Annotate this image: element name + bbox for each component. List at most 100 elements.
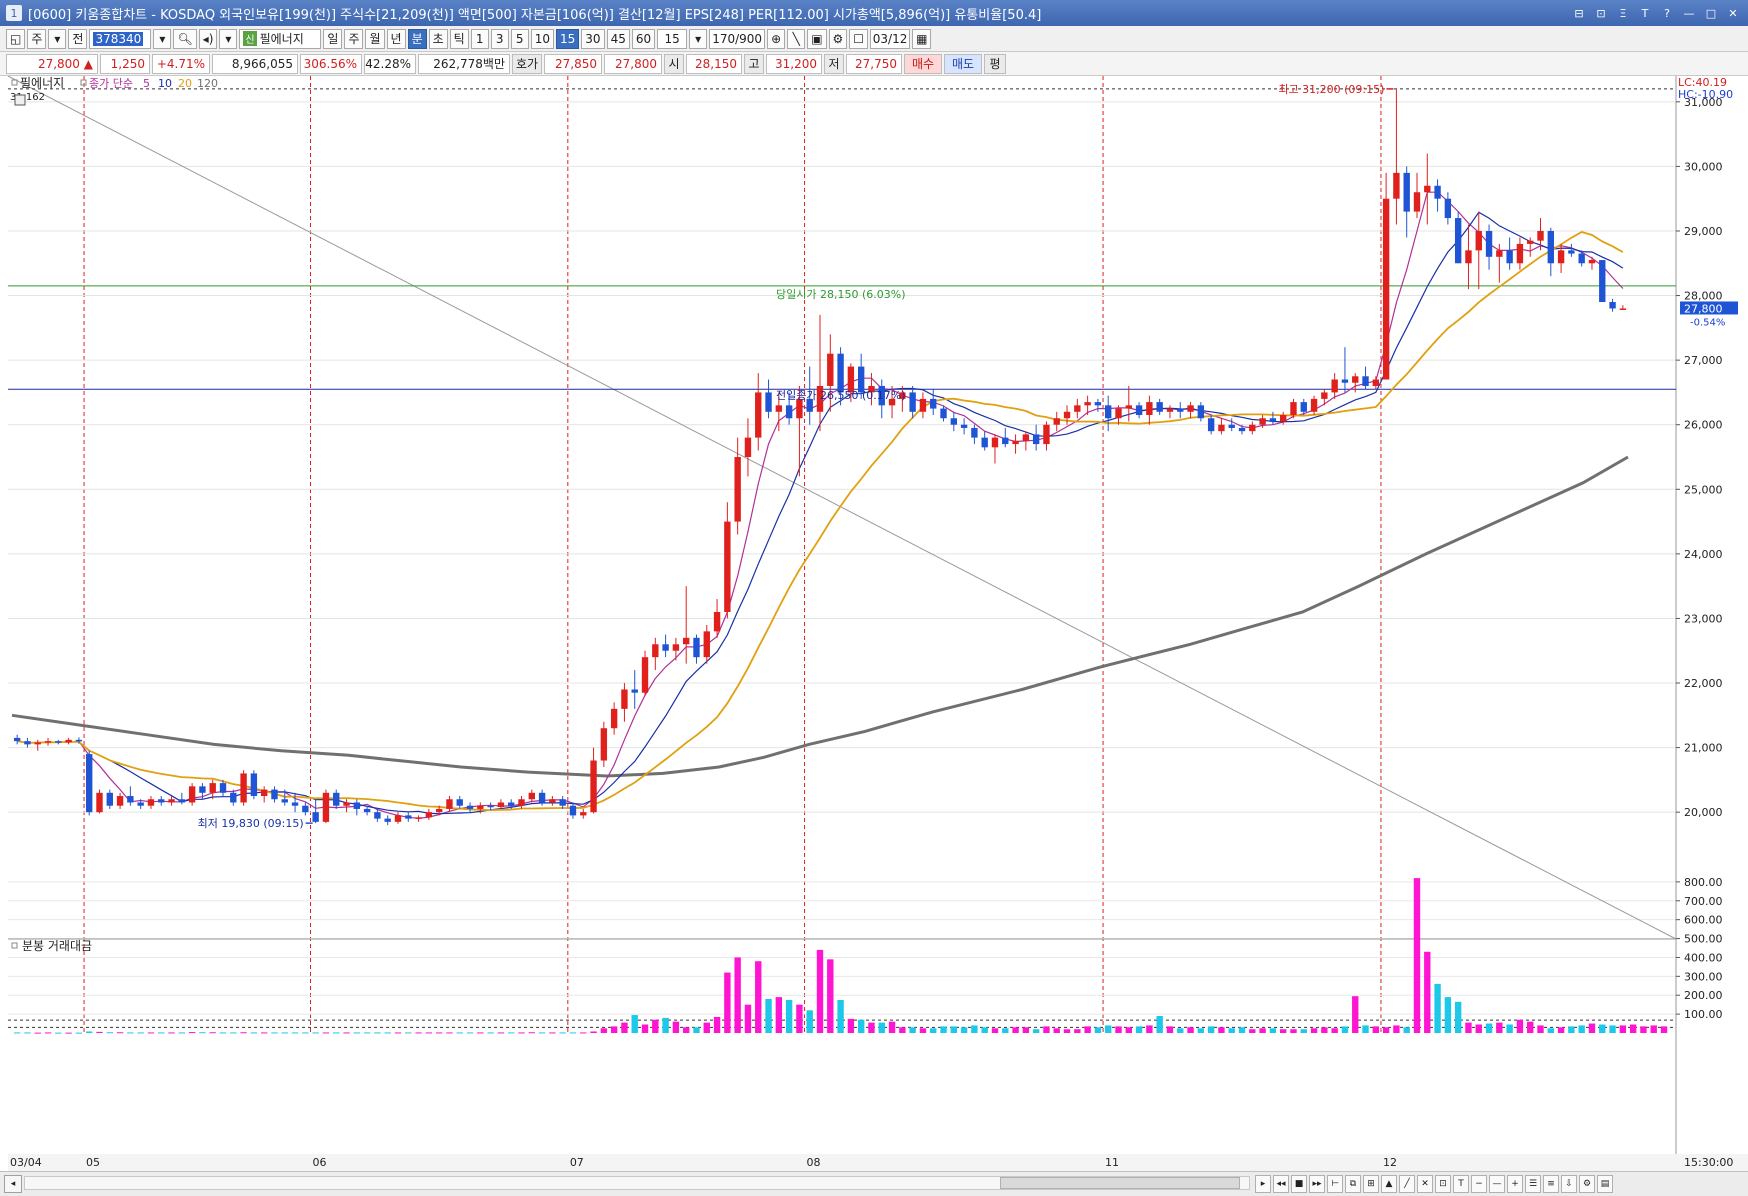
candle-body bbox=[405, 815, 412, 819]
volume-bar bbox=[1125, 1027, 1132, 1033]
list-icon[interactable]: ≡ bbox=[1543, 1175, 1559, 1193]
fit-icon[interactable]: ⊡ bbox=[1435, 1175, 1451, 1193]
zoom-in-icon[interactable]: ⊕ bbox=[767, 28, 786, 49]
close-icon[interactable]: ✕ bbox=[1724, 5, 1742, 21]
save-icon[interactable]: ▣ bbox=[807, 28, 827, 49]
zoom-out-icon[interactable]: − bbox=[1471, 1175, 1487, 1193]
candle-body bbox=[1032, 434, 1040, 445]
interval-dropdown-icon[interactable]: ▾ bbox=[689, 28, 708, 49]
screen-list-icon[interactable]: ◱ bbox=[6, 28, 26, 49]
candle-body bbox=[672, 644, 680, 651]
candle-body bbox=[1187, 405, 1194, 412]
period-month[interactable]: 월 bbox=[365, 28, 385, 49]
indicator-select[interactable]: 신 필에너지 bbox=[239, 28, 322, 49]
buy-button[interactable]: 매수 bbox=[904, 53, 942, 74]
sound-dropdown-icon[interactable]: ▾ bbox=[219, 28, 238, 49]
time-axis-bg bbox=[8, 1154, 1748, 1171]
stock-code-input[interactable]: 378340 bbox=[89, 28, 152, 49]
volume-bar bbox=[1413, 878, 1421, 1033]
volume-bar bbox=[1094, 1027, 1102, 1033]
fast-forward-icon[interactable]: ▸▸ bbox=[1309, 1175, 1325, 1193]
candle-body bbox=[497, 802, 505, 808]
period-year[interactable]: 년 bbox=[386, 28, 406, 49]
period-day[interactable]: 일 bbox=[323, 28, 343, 49]
interval-30[interactable]: 30 bbox=[581, 28, 605, 49]
volume-bar bbox=[734, 957, 741, 1033]
candle-body bbox=[1207, 418, 1215, 432]
candle-body bbox=[930, 398, 937, 409]
layers-icon[interactable]: ▤ bbox=[1597, 1175, 1613, 1193]
volume-bar bbox=[991, 1028, 999, 1033]
period-tick[interactable]: 틱 bbox=[449, 28, 469, 49]
date-checkbox[interactable]: ☐ bbox=[849, 28, 869, 49]
stop-icon[interactable]: ■ bbox=[1291, 1175, 1307, 1193]
interval-input[interactable]: 15 bbox=[657, 28, 688, 49]
zoom-plus-icon[interactable]: + bbox=[1507, 1175, 1523, 1193]
diagonal-icon[interactable]: ╱ bbox=[1399, 1175, 1415, 1193]
bar-type-icon[interactable]: ⊞ bbox=[1363, 1175, 1379, 1193]
hc-label: HC:-10.90 bbox=[1678, 88, 1733, 101]
text-icon[interactable]: T bbox=[1453, 1175, 1469, 1193]
grid-icon[interactable]: ☰ bbox=[1525, 1175, 1541, 1193]
interval-60[interactable]: 60 bbox=[631, 28, 656, 49]
volume-bar bbox=[425, 1032, 433, 1034]
maximize-icon[interactable]: □ bbox=[1702, 5, 1720, 21]
compare-icon[interactable]: ⧉ bbox=[1345, 1175, 1361, 1193]
prev-button[interactable]: 전 bbox=[68, 28, 88, 49]
balance-button[interactable]: 평 bbox=[984, 53, 1006, 74]
volume-bar bbox=[1022, 1027, 1030, 1033]
interval-10[interactable]: 10 bbox=[530, 28, 554, 49]
draw-tool-icon[interactable]: ╲ bbox=[787, 28, 806, 49]
market-select[interactable]: 주 bbox=[27, 28, 47, 49]
sound-icon[interactable]: ◂) bbox=[198, 28, 218, 49]
interval-5[interactable]: 5 bbox=[510, 28, 529, 49]
candle-body bbox=[1609, 302, 1616, 309]
cross-icon[interactable]: ✕ bbox=[1417, 1175, 1433, 1193]
search-icon[interactable]: 🔍︎ bbox=[173, 28, 197, 49]
candle-body bbox=[384, 818, 391, 822]
export-icon[interactable]: ⇩ bbox=[1561, 1175, 1577, 1193]
volume-panel-title: 분봉 거래대금 bbox=[22, 939, 92, 953]
line-icon[interactable]: — bbox=[1489, 1175, 1505, 1193]
candle-body bbox=[538, 792, 546, 803]
period-week[interactable]: 주 bbox=[344, 28, 364, 49]
play-icon[interactable]: ▸ bbox=[1255, 1175, 1271, 1193]
interval-15[interactable]: 15 bbox=[556, 28, 580, 49]
candle-body bbox=[343, 802, 350, 806]
candle-body bbox=[250, 773, 258, 797]
volume-bar bbox=[930, 1028, 937, 1033]
volume-bar bbox=[178, 1032, 186, 1034]
font-icon[interactable]: T bbox=[1636, 5, 1654, 21]
calendar-icon[interactable]: ▦ bbox=[912, 28, 932, 49]
help-icon[interactable]: ? bbox=[1658, 5, 1676, 21]
market-dropdown-icon[interactable]: ▾ bbox=[48, 28, 67, 49]
candle-count-input[interactable]: 170/900 bbox=[709, 28, 766, 49]
rewind-icon[interactable]: ◂◂ bbox=[1273, 1175, 1289, 1193]
config-icon[interactable]: ⚙ bbox=[1579, 1175, 1595, 1193]
triangle-icon[interactable]: ▲ bbox=[1381, 1175, 1397, 1193]
period-second[interactable]: 초 bbox=[428, 28, 448, 49]
candle-body bbox=[415, 817, 422, 819]
date-input[interactable]: 03/12 bbox=[870, 28, 911, 49]
candle-body bbox=[322, 792, 330, 822]
scroll-left-icon[interactable]: ◂ bbox=[4, 1175, 22, 1193]
settings-icon[interactable]: ⚙ bbox=[828, 28, 848, 49]
scroll-thumb[interactable] bbox=[1000, 1177, 1240, 1189]
interval-3[interactable]: 3 bbox=[490, 28, 509, 49]
interval-45[interactable]: 45 bbox=[606, 28, 630, 49]
crosshair-icon[interactable] bbox=[14, 94, 26, 106]
candle-body bbox=[1156, 402, 1163, 412]
minimize-icon[interactable]: — bbox=[1680, 5, 1698, 21]
code-dropdown-icon[interactable]: ▾ bbox=[153, 28, 172, 49]
window-buttons: ⊟ ⊡ Ξ T ? — □ ✕ bbox=[1570, 5, 1742, 21]
period-minute[interactable]: 분 bbox=[407, 28, 427, 49]
layout-icon[interactable]: ⊟ bbox=[1570, 5, 1588, 21]
interval-1[interactable]: 1 bbox=[470, 28, 489, 49]
chart-area[interactable]: 20,000 21,000 22,000 23,000 24,000 25,000 26,0… bbox=[0, 76, 1748, 1171]
window-titlebar: 1 [0600] 키움종합차트 - KOSDAQ 외국인보유[199(천)] 주… bbox=[0, 0, 1748, 26]
restore-layout-icon[interactable]: ⊡ bbox=[1592, 5, 1610, 21]
legend-ma20: 20 bbox=[178, 77, 192, 90]
range-icon[interactable]: ⊢ bbox=[1327, 1175, 1343, 1193]
sell-button[interactable]: 매도 bbox=[944, 53, 982, 74]
menu-icon[interactable]: Ξ bbox=[1614, 5, 1632, 21]
